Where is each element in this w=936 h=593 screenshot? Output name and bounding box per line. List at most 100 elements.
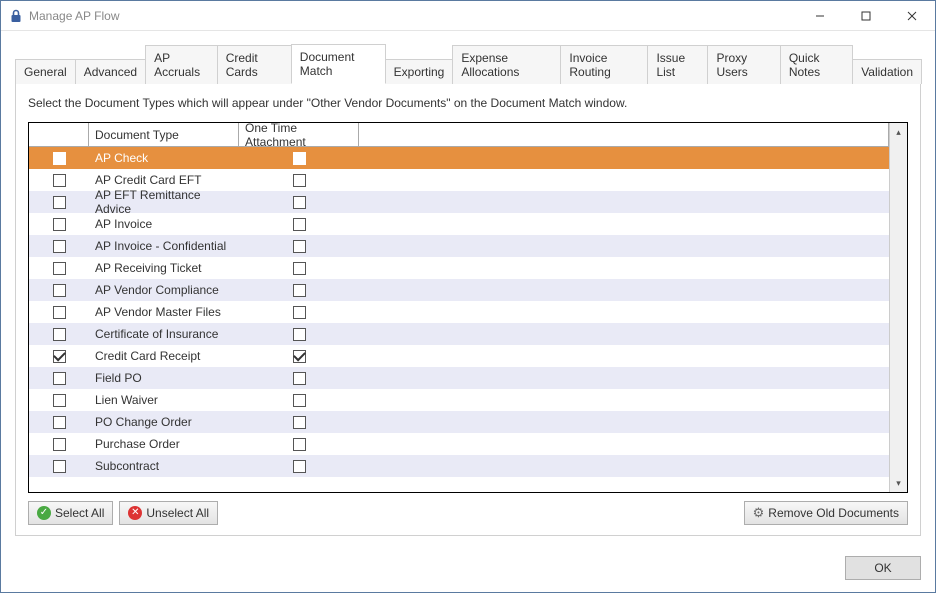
scroll-down-arrow-icon[interactable]: ▾ — [890, 474, 907, 492]
row-include-cell — [29, 328, 89, 341]
include-checkbox[interactable] — [53, 196, 66, 209]
tab-invoice-routing[interactable]: Invoice Routing — [560, 45, 648, 84]
row-include-cell — [29, 218, 89, 231]
one-time-checkbox[interactable] — [293, 174, 306, 187]
remove-old-documents-button[interactable]: ⚙ Remove Old Documents — [744, 501, 908, 525]
table-row[interactable]: AP Invoice - Confidential — [29, 235, 889, 257]
table-row[interactable]: PO Change Order — [29, 411, 889, 433]
table-row[interactable]: AP EFT Remittance Advice — [29, 191, 889, 213]
row-one-time-cell — [239, 372, 359, 385]
vertical-scrollbar[interactable]: ▴ ▾ — [889, 123, 907, 492]
row-include-cell — [29, 262, 89, 275]
one-time-checkbox[interactable] — [293, 218, 306, 231]
one-time-checkbox[interactable] — [293, 284, 306, 297]
include-checkbox[interactable] — [53, 438, 66, 451]
one-time-checkbox[interactable] — [293, 438, 306, 451]
remove-old-documents-label: Remove Old Documents — [768, 506, 899, 520]
row-include-cell — [29, 174, 89, 187]
row-one-time-cell — [239, 394, 359, 407]
one-time-checkbox[interactable] — [293, 152, 306, 165]
row-name-cell: Subcontract — [89, 459, 239, 473]
tab-general[interactable]: General — [15, 59, 76, 84]
row-one-time-cell — [239, 416, 359, 429]
one-time-checkbox[interactable] — [293, 350, 306, 363]
row-include-cell — [29, 350, 89, 363]
include-checkbox[interactable] — [53, 394, 66, 407]
include-checkbox[interactable] — [53, 460, 66, 473]
row-name-cell: AP EFT Remittance Advice — [89, 188, 239, 216]
tab-exporting[interactable]: Exporting — [385, 59, 454, 84]
maximize-button[interactable] — [843, 1, 889, 31]
tab-advanced[interactable]: Advanced — [75, 59, 146, 84]
one-time-checkbox[interactable] — [293, 416, 306, 429]
lock-icon — [9, 9, 23, 23]
row-one-time-cell — [239, 460, 359, 473]
table-row[interactable]: Subcontract — [29, 455, 889, 477]
table-row[interactable]: Lien Waiver — [29, 389, 889, 411]
table-row[interactable]: AP Check — [29, 147, 889, 169]
tab-credit-cards[interactable]: Credit Cards — [217, 45, 292, 84]
row-include-cell — [29, 196, 89, 209]
include-checkbox[interactable] — [53, 350, 66, 363]
row-name-cell: AP Invoice - Confidential — [89, 239, 239, 253]
instructions-text: Select the Document Types which will app… — [28, 96, 908, 110]
check-circle-icon: ✓ — [37, 506, 51, 520]
table-row[interactable]: AP Vendor Master Files — [29, 301, 889, 323]
grid-body: AP CheckAP Credit Card EFTAP EFT Remitta… — [29, 147, 889, 492]
one-time-checkbox[interactable] — [293, 394, 306, 407]
close-button[interactable] — [889, 1, 935, 31]
grid-header: Document Type One Time Attachment — [29, 123, 889, 147]
one-time-checkbox[interactable] — [293, 328, 306, 341]
scroll-up-arrow-icon[interactable]: ▴ — [890, 123, 907, 141]
one-time-checkbox[interactable] — [293, 460, 306, 473]
column-header-doc-type[interactable]: Document Type — [89, 123, 239, 146]
ok-button[interactable]: OK — [845, 556, 921, 580]
column-header-one-time[interactable]: One Time Attachment — [239, 123, 359, 146]
one-time-checkbox[interactable] — [293, 372, 306, 385]
row-one-time-cell — [239, 438, 359, 451]
one-time-checkbox[interactable] — [293, 262, 306, 275]
table-row[interactable]: AP Receiving Ticket — [29, 257, 889, 279]
tab-ap-accruals[interactable]: AP Accruals — [145, 45, 218, 84]
table-row[interactable]: Purchase Order — [29, 433, 889, 455]
include-checkbox[interactable] — [53, 174, 66, 187]
gear-icon: ⚙ — [753, 505, 765, 521]
window-title: Manage AP Flow — [29, 9, 120, 23]
tab-issue-list[interactable]: Issue List — [647, 45, 708, 84]
table-row[interactable]: Certificate of Insurance — [29, 323, 889, 345]
include-checkbox[interactable] — [53, 262, 66, 275]
include-checkbox[interactable] — [53, 218, 66, 231]
table-row[interactable]: Field PO — [29, 367, 889, 389]
tab-expense-allocations[interactable]: Expense Allocations — [452, 45, 561, 84]
unselect-all-label: Unselect All — [146, 506, 209, 520]
row-name-cell: AP Invoice — [89, 217, 239, 231]
row-name-cell: Credit Card Receipt — [89, 349, 239, 363]
tab-validation[interactable]: Validation — [852, 59, 922, 84]
select-all-button[interactable]: ✓ Select All — [28, 501, 113, 525]
table-row[interactable]: AP Vendor Compliance — [29, 279, 889, 301]
include-checkbox[interactable] — [53, 284, 66, 297]
include-checkbox[interactable] — [53, 152, 66, 165]
include-checkbox[interactable] — [53, 240, 66, 253]
one-time-checkbox[interactable] — [293, 240, 306, 253]
include-checkbox[interactable] — [53, 372, 66, 385]
row-name-cell: AP Check — [89, 151, 239, 165]
row-name-cell: Purchase Order — [89, 437, 239, 451]
one-time-checkbox[interactable] — [293, 306, 306, 319]
include-checkbox[interactable] — [53, 416, 66, 429]
column-header-checkbox[interactable] — [29, 123, 89, 146]
unselect-all-button[interactable]: ✕ Unselect All — [119, 501, 218, 525]
table-row[interactable]: AP Invoice — [29, 213, 889, 235]
tab-quick-notes[interactable]: Quick Notes — [780, 45, 853, 84]
table-row[interactable]: Credit Card Receipt — [29, 345, 889, 367]
include-checkbox[interactable] — [53, 306, 66, 319]
tab-document-match[interactable]: Document Match — [291, 44, 386, 84]
minimize-button[interactable] — [797, 1, 843, 31]
include-checkbox[interactable] — [53, 328, 66, 341]
one-time-checkbox[interactable] — [293, 196, 306, 209]
row-one-time-cell — [239, 262, 359, 275]
row-include-cell — [29, 306, 89, 319]
row-one-time-cell — [239, 196, 359, 209]
row-include-cell — [29, 416, 89, 429]
tab-proxy-users[interactable]: Proxy Users — [707, 45, 780, 84]
